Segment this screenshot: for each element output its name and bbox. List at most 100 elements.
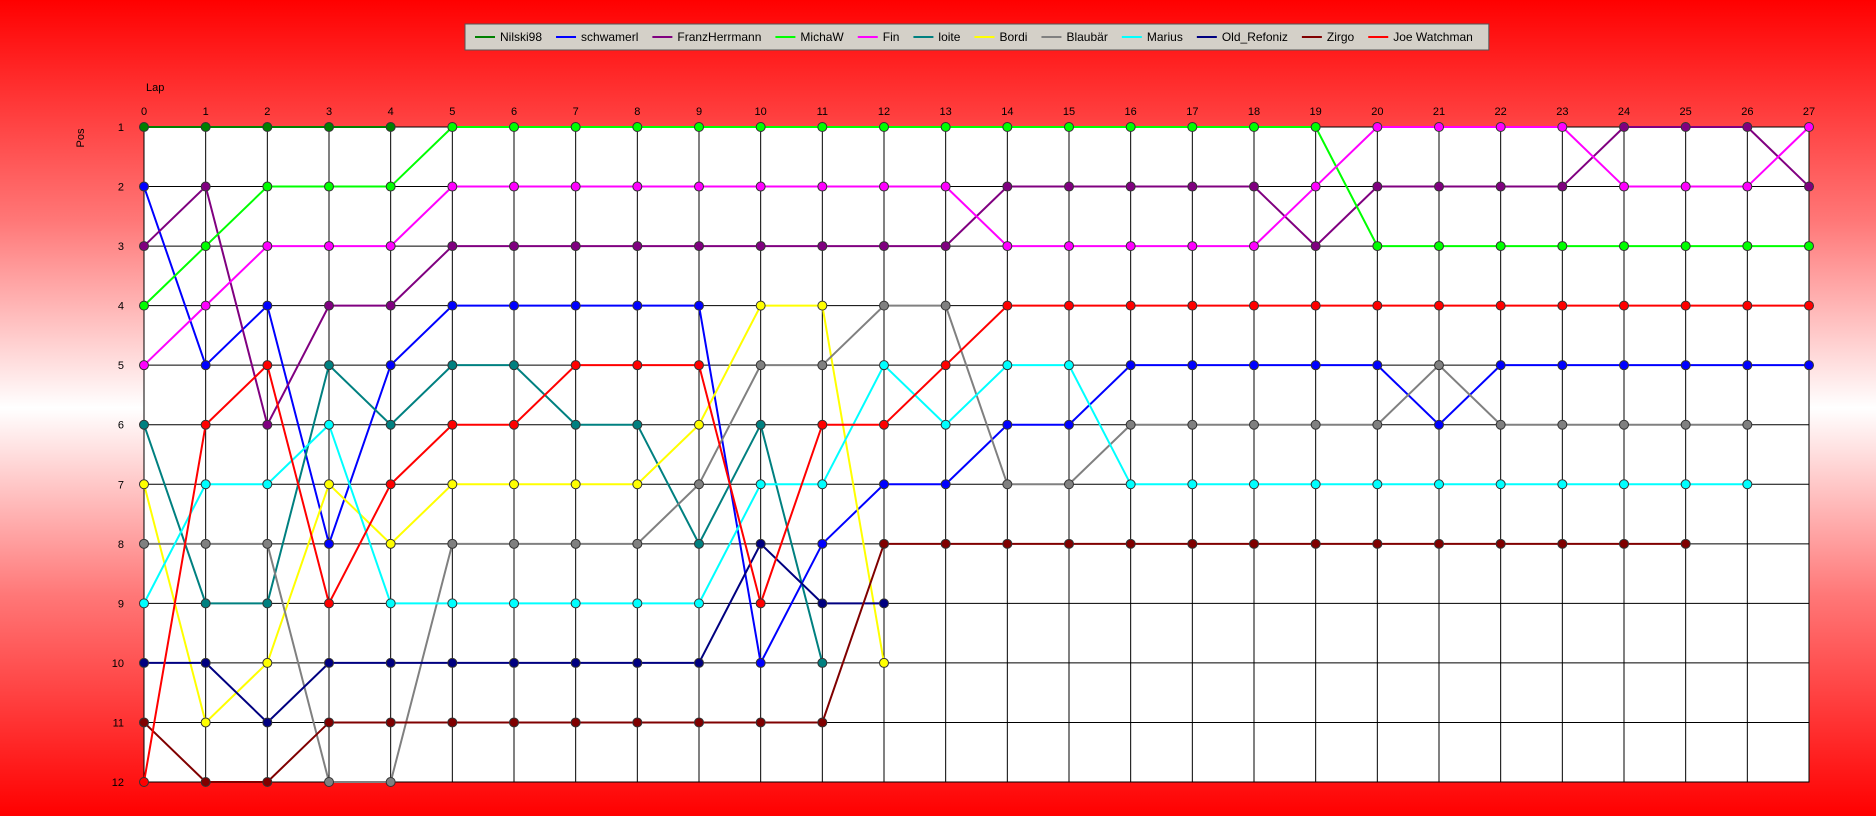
data-point [200,479,211,490]
data-point [509,241,519,252]
data-point [1742,479,1753,490]
data-point [1187,419,1198,430]
data-point [1557,241,1568,252]
x-axis-title: Lap [146,82,164,94]
x-tick-label: 3 [326,106,332,118]
data-point [200,181,211,192]
data-point [139,419,149,430]
data-point [817,657,828,668]
x-tick-label: 16 [1125,106,1137,118]
data-point [570,479,581,490]
data-point [200,241,211,252]
data-point [1002,479,1013,490]
data-point [570,657,581,668]
data-point [1495,122,1506,132]
data-point [1619,241,1629,252]
y-tick-label: 4 [118,301,124,313]
data-point [1495,181,1506,192]
data-point [262,360,273,371]
x-tick-labels: 0 1 2 3 4 5 6 7 8 9 10 11 12 13 14 15 16 17 18 19 20 21 22 23 24… [141,106,1815,118]
x-tick-label: 10 [755,106,767,118]
data-point [1002,122,1013,132]
data-point [817,717,828,728]
data-point [1249,241,1259,252]
data-point [1187,360,1198,371]
data-point [1064,479,1074,490]
data-point [1680,479,1691,490]
data-point [447,122,458,132]
data-point [1804,241,1814,252]
data-point [1249,360,1259,371]
data-point [262,657,273,668]
data-point [570,717,581,728]
data-point [1310,360,1321,371]
data-point [1372,241,1383,252]
data-point [817,122,828,132]
data-point [509,181,519,192]
data-point [447,419,458,430]
data-point [1310,300,1321,311]
data-point [200,657,211,668]
data-point [385,717,396,728]
data-point [385,538,396,549]
x-tick-label: 8 [634,106,640,118]
x-tick-label: 25 [1680,106,1692,118]
data-point [940,241,951,252]
data-point [1310,122,1321,132]
data-point [940,181,951,192]
x-tick-label: 0 [141,106,147,118]
data-point [1125,360,1136,371]
data-point [1619,181,1629,192]
data-point [509,479,519,490]
data-point [139,717,149,728]
x-tick-label: 23 [1556,106,1568,118]
y-tick-labels: 123456789101112 [112,122,124,789]
data-point [447,360,458,371]
data-point [324,479,334,490]
data-point [1434,122,1444,132]
data-point [1002,241,1013,252]
y-tick-label: 9 [118,598,124,610]
data-point [447,300,458,311]
data-point [200,419,211,430]
data-point [879,122,889,132]
data-point [1310,241,1321,252]
data-point [632,657,643,668]
data-point [755,717,766,728]
data-point [1495,538,1506,549]
data-point [755,657,766,668]
data-point [1557,181,1568,192]
data-point [324,717,334,728]
legend-label: Joe Watchman [1393,30,1473,44]
legend-label: Blaubär [1066,30,1107,44]
y-tick-label: 5 [118,360,124,372]
data-point [632,717,643,728]
legend-label: MichaW [800,30,844,44]
data-point [1064,181,1074,192]
data-point [632,122,643,132]
data-point [632,241,643,252]
data-point [1064,360,1074,371]
x-tick-label: 1 [203,106,209,118]
legend-label: Zirgo [1327,30,1355,44]
data-point [509,360,519,371]
data-point [324,419,334,430]
data-point [632,479,643,490]
legend-label: Marius [1147,30,1183,44]
data-point [139,538,149,549]
data-point [509,717,519,728]
data-point [694,181,704,192]
data-point [1125,181,1136,192]
data-point [262,538,273,549]
data-point [385,181,396,192]
data-point [570,181,581,192]
data-point [879,419,889,430]
data-point [570,300,581,311]
data-point [570,122,581,132]
data-point [1557,479,1568,490]
data-point [1557,419,1568,430]
data-point [324,598,334,609]
data-point [1742,181,1753,192]
data-point [1249,538,1259,549]
data-point [200,538,211,549]
